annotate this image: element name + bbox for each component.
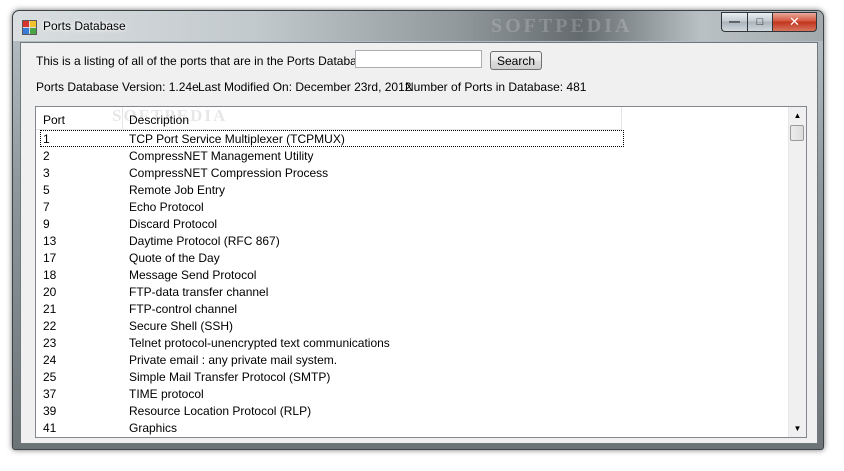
list-rows: 1 TCP Port Service Multiplexer (TCPMUX) 2 C…: [36, 130, 788, 436]
maximize-icon: □: [756, 16, 764, 28]
last-modified: Last Modified On: December 23rd, 2012: [198, 80, 412, 94]
port-cell: 7: [43, 200, 50, 214]
port-cell: 18: [43, 268, 57, 282]
port-cell: 2: [43, 149, 50, 163]
description-cell: FTP-control channel: [129, 302, 238, 316]
port-cell: 25: [43, 370, 57, 384]
port-cell: 1: [43, 132, 50, 146]
description-cell: Resource Location Protocol (RLP): [129, 404, 312, 418]
ports-list-view[interactable]: SOFTPEDIA Port Description 1 TCP Port Ser…: [35, 106, 807, 438]
list-row[interactable]: 39 Resource Location Protocol (RLP): [36, 402, 788, 419]
minimize-icon: —: [729, 16, 740, 28]
description-cell: Daytime Protocol (RFC 867): [129, 234, 280, 248]
port-cell: 21: [43, 302, 57, 316]
port-cell: 13: [43, 234, 57, 248]
description-cell: Graphics: [129, 421, 178, 435]
search-button[interactable]: Search: [490, 51, 542, 70]
vertical-scrollbar[interactable]: ▲ ▼: [788, 107, 806, 437]
description-cell: Secure Shell (SSH): [129, 319, 234, 333]
search-input[interactable]: [355, 50, 482, 68]
list-row[interactable]: 41 Graphics: [36, 419, 788, 436]
list-row[interactable]: 7 Echo Protocol: [36, 198, 788, 215]
minimize-button[interactable]: —: [721, 12, 747, 32]
description-cell: Simple Mail Transfer Protocol (SMTP): [129, 370, 331, 384]
title-bar[interactable]: Ports Database SOFTPEDIA — □ ✕: [13, 11, 823, 41]
port-cell: 39: [43, 404, 57, 418]
port-cell: 17: [43, 251, 57, 265]
column-separator[interactable]: [122, 107, 123, 129]
client-area: This is a listing of all of the ports th…: [20, 42, 818, 444]
list-row[interactable]: 23 Telnet protocol-unencrypted text commu…: [36, 334, 788, 351]
port-cell: 22: [43, 319, 57, 333]
list-row[interactable]: 25 Simple Mail Transfer Protocol (SMTP): [36, 368, 788, 385]
scroll-up-button[interactable]: ▲: [789, 107, 806, 124]
description-cell: Quote of the Day: [129, 251, 220, 265]
column-header-port[interactable]: Port: [43, 113, 65, 127]
description-cell: Telnet protocol-unencrypted text communi…: [129, 336, 390, 350]
port-cell: 23: [43, 336, 57, 350]
caption-buttons: — □ ✕: [721, 12, 817, 32]
list-row[interactable]: 3 CompressNET Compression Process: [36, 164, 788, 181]
list-row[interactable]: 1 TCP Port Service Multiplexer (TCPMUX): [36, 130, 788, 147]
port-cell: 41: [43, 421, 57, 435]
column-header-description[interactable]: Description: [129, 113, 189, 127]
search-description-label: This is a listing of all of the ports th…: [36, 54, 389, 68]
description-cell: CompressNET Management Utility: [129, 149, 314, 163]
description-cell: Remote Job Entry: [129, 183, 226, 197]
database-version: Ports Database Version: 1.24e: [36, 80, 199, 94]
list-row[interactable]: 17 Quote of the Day: [36, 249, 788, 266]
window-title: Ports Database: [43, 19, 126, 33]
scroll-up-icon: ▲: [793, 111, 802, 120]
scrollbar-thumb[interactable]: [790, 125, 804, 141]
maximize-button[interactable]: □: [747, 12, 772, 32]
app-icon[interactable]: [22, 20, 37, 35]
scroll-down-icon: ▼: [793, 424, 802, 433]
list-row[interactable]: 37 TIME protocol: [36, 385, 788, 402]
description-cell: FTP-data transfer channel: [129, 285, 269, 299]
port-cell: 20: [43, 285, 57, 299]
description-cell: Private email : any private mail system.: [129, 353, 338, 367]
description-cell: Echo Protocol: [129, 200, 204, 214]
description-cell: Message Send Protocol: [129, 268, 257, 282]
list-row[interactable]: 18 Message Send Protocol: [36, 266, 788, 283]
list-row[interactable]: 13 Daytime Protocol (RFC 867): [36, 232, 788, 249]
list-row[interactable]: 20 FTP-data transfer channel: [36, 283, 788, 300]
port-cell: 5: [43, 183, 50, 197]
ports-database-window: Ports Database SOFTPEDIA — □ ✕ This is a…: [12, 10, 824, 450]
scroll-down-button[interactable]: ▼: [789, 420, 806, 437]
close-button[interactable]: ✕: [772, 12, 817, 32]
close-icon: ✕: [789, 14, 800, 29]
description-cell: Discard Protocol: [129, 217, 218, 231]
port-cell: 37: [43, 387, 57, 401]
description-cell: TCP Port Service Multiplexer (TCPMUX): [129, 132, 345, 146]
description-cell: CompressNET Compression Process: [129, 166, 329, 180]
port-count: Number of Ports in Database: 481: [405, 80, 587, 94]
title-watermark: SOFTPEDIA: [491, 15, 633, 37]
description-cell: TIME protocol: [129, 387, 204, 401]
list-row[interactable]: 9 Discard Protocol: [36, 215, 788, 232]
list-header: SOFTPEDIA Port Description: [36, 107, 622, 130]
list-row[interactable]: 24 Private email : any private mail syste…: [36, 351, 788, 368]
list-row[interactable]: 22 Secure Shell (SSH): [36, 317, 788, 334]
port-cell: 3: [43, 166, 50, 180]
list-row[interactable]: 2 CompressNET Management Utility: [36, 147, 788, 164]
list-row[interactable]: 5 Remote Job Entry: [36, 181, 788, 198]
port-cell: 9: [43, 217, 50, 231]
port-cell: 24: [43, 353, 57, 367]
list-row[interactable]: 21 FTP-control channel: [36, 300, 788, 317]
column-separator[interactable]: [621, 107, 622, 129]
